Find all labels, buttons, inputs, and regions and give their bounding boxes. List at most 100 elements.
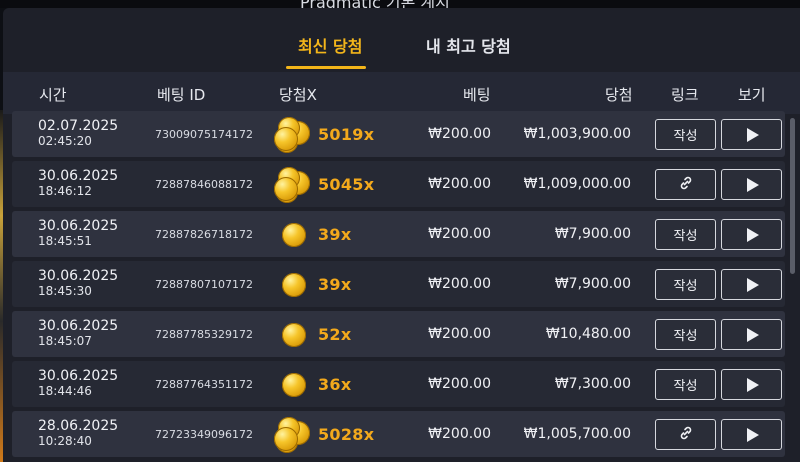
row-bet-id: 72887846088172 [155,178,253,191]
row-multiplier: 5045x [318,175,375,194]
copy-link-button[interactable] [655,169,716,200]
row-bet-amount: ₩200.00 [428,326,491,342]
active-tab-indicator [286,66,366,69]
row-win-amount: ₩10,480.00 [545,326,631,342]
play-icon [747,327,759,342]
row-date: 30.06.2025 [38,218,119,234]
row-date: 02.07.2025 [38,118,119,134]
coin-stack-icon [274,117,310,153]
column-header-bet: 베팅 [463,86,491,104]
row-win-amount: ₩1,003,900.00 [523,126,631,142]
row-date: 30.06.2025 [38,368,119,384]
create-link-label: 작성 [673,279,698,294]
chain-link-icon [678,425,694,445]
coin-icon [274,317,310,353]
row-time: 10:28:40 [38,434,92,448]
tab-my-best-wins[interactable]: 내 최고 당첨 [426,33,511,57]
view-replay-button[interactable] [721,269,782,300]
row-bet-amount: ₩200.00 [428,376,491,392]
row-multiplier: 39x [318,225,352,244]
row-bet-id: 73009075174172 [155,128,253,141]
row-bet-id: 72887764351172 [155,378,253,391]
row-multiplier: 52x [318,325,352,344]
view-replay-button[interactable] [721,419,782,450]
coin-icon [274,367,310,403]
row-bet-amount: ₩200.00 [428,126,491,142]
row-time: 02:45:20 [38,134,92,148]
play-icon [747,127,759,142]
table-row: 02.07.2025 02:45:20 73009075174172 5019x ₩20… [12,111,785,157]
coin-icon [274,217,310,253]
copy-link-button[interactable] [655,419,716,450]
row-time: 18:45:51 [38,234,92,248]
row-bet-id: 72887826718172 [155,228,253,241]
column-header-time: 시간 [39,86,67,104]
row-multiplier: 5019x [318,125,375,144]
column-header-link: 링크 [671,86,699,104]
create-link-label: 작성 [673,329,698,344]
tab-bar: 최신 당첨 내 최고 당첨 [3,8,800,70]
table-row: 30.06.2025 18:45:07 72887785329172 52x ₩200.… [12,311,785,357]
play-icon [747,427,759,442]
view-replay-button[interactable] [721,319,782,350]
row-bet-id: 72723349096172 [155,428,253,441]
create-link-label: 작성 [673,379,698,394]
tab-latest-wins[interactable]: 최신 당첨 [298,33,362,57]
create-link-button[interactable]: 작성 [655,269,716,300]
create-link-button[interactable]: 작성 [655,219,716,250]
row-bet-id: 72887785329172 [155,328,253,341]
table-row: 30.06.2025 18:45:30 72887807107172 39x ₩200.… [12,261,785,307]
view-replay-button[interactable] [721,119,782,150]
row-bet-amount: ₩200.00 [428,276,491,292]
view-replay-button[interactable] [721,369,782,400]
row-win-amount: ₩1,005,700.00 [523,426,631,442]
coin-stack-icon [274,167,310,203]
play-icon [747,277,759,292]
column-header-win: 당첨 [605,86,633,104]
coin-icon [274,267,310,303]
row-win-amount: ₩1,009,000.00 [523,176,631,192]
create-link-button[interactable]: 작성 [655,119,716,150]
play-icon [747,377,759,392]
row-time: 18:45:07 [38,334,92,348]
row-multiplier: 39x [318,275,352,294]
table-row: 30.06.2025 18:44:46 72887764351172 36x ₩200.… [12,361,785,407]
row-date: 30.06.2025 [38,318,119,334]
scrollbar-thumb[interactable] [790,118,795,274]
create-link-label: 작성 [673,229,698,244]
view-replay-button[interactable] [721,169,782,200]
create-link-label: 작성 [673,129,698,144]
row-date: 30.06.2025 [38,268,119,284]
table-row: 30.06.2025 18:45:51 72887826718172 39x ₩200.… [12,211,785,257]
play-icon [747,177,759,192]
chain-link-icon [678,175,694,195]
column-header-view: 보기 [738,86,766,104]
table-row: 30.06.2025 18:46:12 72887846088172 5045x ₩20… [12,161,785,207]
create-link-button[interactable]: 작성 [655,319,716,350]
window-title: Pragmatic 기본 계시 [300,0,450,8]
row-bet-id: 72887807107172 [155,278,253,291]
row-date: 28.06.2025 [38,418,119,434]
row-win-amount: ₩7,300.00 [554,376,631,392]
table-header: 시간 베팅 ID 당첨X 베팅 당첨 링크 보기 [3,72,800,114]
row-time: 18:44:46 [38,384,92,398]
row-multiplier: 36x [318,375,352,394]
create-link-button[interactable]: 작성 [655,369,716,400]
coin-stack-icon [274,417,310,453]
row-date: 30.06.2025 [38,168,119,184]
row-win-amount: ₩7,900.00 [554,226,631,242]
play-icon [747,227,759,242]
window-title-bar: Pragmatic 기본 계시 [0,0,800,8]
row-multiplier: 5028x [318,425,375,444]
row-bet-amount: ₩200.00 [428,176,491,192]
view-replay-button[interactable] [721,219,782,250]
row-time: 18:45:30 [38,284,92,298]
row-time: 18:46:12 [38,184,92,198]
row-bet-amount: ₩200.00 [428,226,491,242]
winners-table: 02.07.2025 02:45:20 73009075174172 5019x ₩20… [12,111,785,461]
column-header-bet-id: 베팅 ID [157,86,206,104]
column-header-multiplier: 당첨X [279,86,317,104]
row-win-amount: ₩7,900.00 [554,276,631,292]
row-bet-amount: ₩200.00 [428,426,491,442]
table-row: 28.06.2025 10:28:40 72723349096172 5028x ₩20… [12,411,785,457]
